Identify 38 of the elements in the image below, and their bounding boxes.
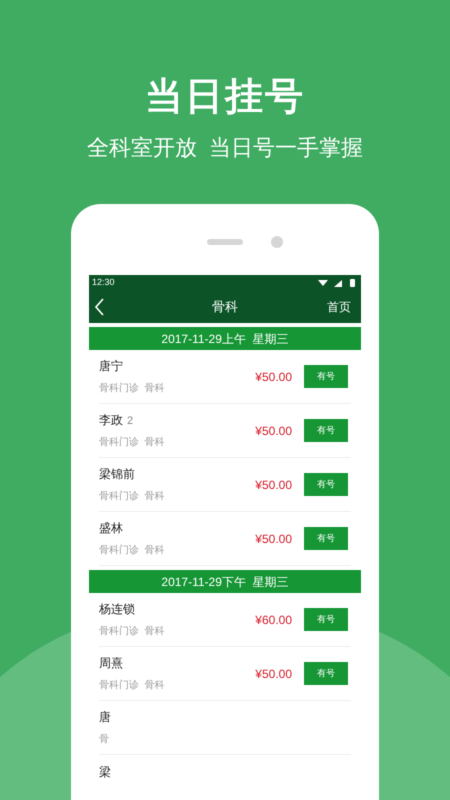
available-button[interactable]: 有号 [304, 527, 348, 550]
price-text: ¥50.00 [255, 422, 292, 440]
price-text: ¥50.00 [255, 530, 292, 548]
tagline: 全科室开放 当日号一手掌握 [86, 134, 364, 162]
department-text: 骨科门诊 骨科 [99, 436, 166, 450]
doctor-name: 梁锦前 [99, 466, 135, 483]
available-button[interactable]: 有号 [304, 419, 348, 442]
home-link[interactable]: 首页 [327, 298, 351, 316]
available-button[interactable]: 有号 [304, 473, 348, 496]
doctor-name: 李政 [99, 412, 123, 429]
doctor-name: 杨连锁 [99, 601, 135, 618]
department-text: 骨科门诊 骨科 [99, 624, 166, 639]
headline: 当日挂号 [145, 75, 305, 120]
doctor-name: 周熹 [99, 655, 123, 672]
department-text: 骨科门诊 骨科 [99, 678, 166, 693]
nav-title: 骨科 [212, 298, 238, 316]
speaker-grille [207, 239, 243, 245]
doctor-count: 2 [127, 414, 134, 429]
back-icon[interactable] [95, 298, 105, 316]
doctor-name: 盛林 [99, 520, 123, 537]
price-text: ¥50.00 [255, 666, 292, 682]
price-text: ¥50.00 [255, 476, 292, 494]
doctor-name: 梁 [99, 764, 111, 781]
department-text: 骨科门诊 骨科 [99, 544, 166, 558]
department-text: 骨科门诊 骨科 [99, 382, 166, 396]
doctor-name: 唐 [99, 709, 111, 726]
available-button[interactable]: 有号 [304, 365, 348, 388]
status-icons [318, 278, 358, 288]
date-band: 2017-11-29上午 星期三 [89, 327, 361, 350]
price-text: ¥50.00 [255, 368, 292, 386]
department-text: 骨 [99, 733, 110, 747]
available-button[interactable]: 有号 [304, 662, 348, 685]
doctor-name: 唐宁 [99, 358, 123, 375]
department-text: 骨科门诊 骨科 [99, 490, 166, 504]
price-text: ¥60.00 [255, 612, 292, 628]
available-button[interactable]: 有号 [304, 608, 348, 631]
status-time: 12:30 [92, 276, 115, 290]
date-band: 2017-11-29下午 星期三 [89, 570, 361, 593]
